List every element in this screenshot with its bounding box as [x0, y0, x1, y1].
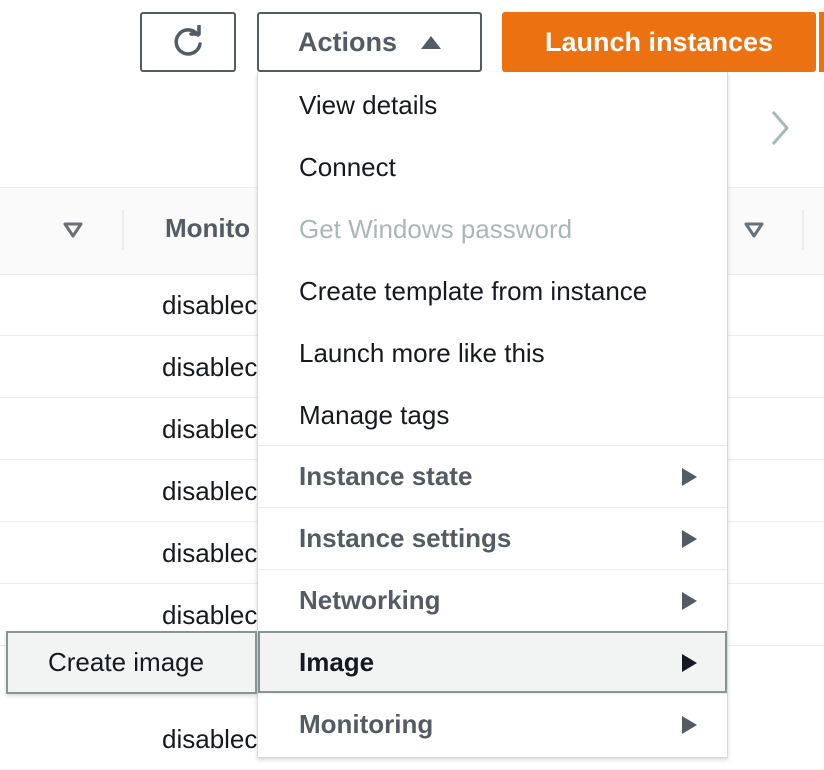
menu-item-label: Launch more like this	[299, 337, 545, 368]
menu-group-label: Image	[299, 647, 375, 677]
menu-item-create-template[interactable]: Create template from instance	[258, 260, 727, 322]
caret-right-icon	[682, 654, 697, 672]
caret-up-icon	[421, 35, 441, 49]
actions-button[interactable]: Actions	[257, 12, 482, 72]
monitoring-column-header[interactable]: Monito	[165, 213, 250, 244]
monitoring-cell: disablec	[162, 724, 258, 754]
sort-down-icon[interactable]	[63, 222, 83, 238]
menu-item-view-details[interactable]: View details	[258, 74, 727, 136]
menu-item-launch-more-like-this[interactable]: Launch more like this	[258, 322, 727, 384]
monitoring-cell: disablec	[162, 414, 258, 444]
chevron-right-icon[interactable]	[768, 108, 792, 148]
menu-item-connect[interactable]: Connect	[258, 136, 727, 198]
monitoring-cell: disablec	[162, 476, 258, 506]
menu-group-label: Monitoring	[299, 709, 434, 739]
monitoring-cell: disablec	[162, 538, 258, 568]
menu-group-label: Instance state	[299, 461, 473, 491]
caret-right-icon	[682, 716, 697, 734]
refresh-button[interactable]	[140, 12, 236, 72]
menu-group-image[interactable]: Image	[258, 631, 727, 693]
submenu-item-create-image[interactable]: Create image	[6, 631, 257, 694]
monitoring-cell: disablec	[162, 352, 258, 382]
menu-item-label: Manage tags	[299, 399, 450, 430]
menu-group-instance-settings[interactable]: Instance settings	[258, 507, 727, 569]
monitoring-cell: disablec	[162, 600, 258, 630]
launch-instances-label: Launch instances	[544, 26, 774, 57]
menu-group-monitoring[interactable]: Monitoring	[258, 693, 727, 755]
actions-menu: View details Connect Get Windows passwor…	[257, 72, 728, 758]
column-divider[interactable]	[802, 210, 804, 250]
menu-group-label: Instance settings	[299, 523, 512, 553]
launch-dropdown-button[interactable]	[819, 12, 824, 72]
actions-label: Actions	[297, 26, 397, 57]
caret-right-icon	[682, 530, 697, 548]
menu-item-manage-tags[interactable]: Manage tags	[258, 384, 727, 446]
menu-item-label: Create template from instance	[299, 275, 648, 306]
menu-group-label: Networking	[299, 585, 441, 615]
launch-instances-button[interactable]: Launch instances	[502, 12, 816, 72]
menu-item-label: View details	[299, 89, 438, 120]
menu-item-label: Connect	[299, 151, 396, 182]
menu-group-networking[interactable]: Networking	[258, 569, 727, 631]
sort-down-icon[interactable]	[744, 222, 764, 238]
menu-group-instance-state[interactable]: Instance state	[258, 445, 727, 507]
menu-item-label: Get Windows password	[299, 213, 573, 244]
monitoring-cell: disablec	[162, 290, 258, 320]
caret-right-icon	[682, 592, 697, 610]
column-divider[interactable]	[122, 210, 124, 250]
submenu-item-label: Create image	[48, 647, 205, 677]
menu-item-get-windows-password: Get Windows password	[258, 198, 727, 260]
caret-right-icon	[682, 468, 697, 486]
refresh-icon	[174, 25, 202, 56]
